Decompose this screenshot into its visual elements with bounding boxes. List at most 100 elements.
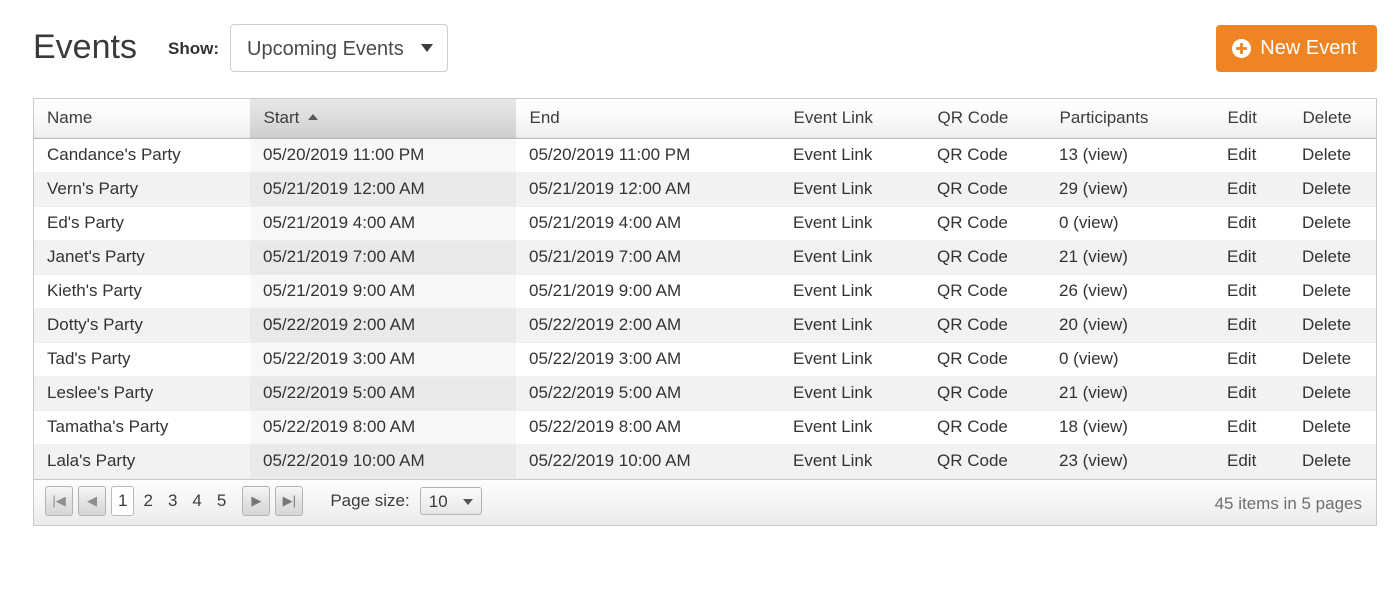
cell-name: Ed's Party xyxy=(34,206,250,240)
cell-event_link[interactable]: Event Link xyxy=(780,444,924,478)
cell-qr_code[interactable]: QR Code xyxy=(924,206,1046,240)
new-event-button[interactable]: New Event xyxy=(1216,25,1377,72)
grid-pager: |◀ ◀ 12345 ▶ ▶| Page size: 10 45 items i… xyxy=(34,479,1376,525)
column-header-name[interactable]: Name xyxy=(34,99,250,138)
cell-event_link[interactable]: Event Link xyxy=(780,138,924,172)
pager-page-4[interactable]: 4 xyxy=(186,486,207,516)
column-header-start[interactable]: Start xyxy=(250,99,516,138)
cell-end: 05/22/2019 5:00 AM xyxy=(516,376,780,410)
pager-page-5[interactable]: 5 xyxy=(211,486,232,516)
cell-qr_code[interactable]: QR Code xyxy=(924,138,1046,172)
page-size-select[interactable]: 10 xyxy=(420,487,482,515)
sort-ascending-arrow-icon xyxy=(308,114,318,120)
column-header-qr-code[interactable]: QR Code xyxy=(924,99,1046,138)
cell-start: 05/21/2019 9:00 AM xyxy=(250,274,516,308)
cell-participants[interactable]: 21 (view) xyxy=(1046,240,1214,274)
cell-edit[interactable]: Edit xyxy=(1214,274,1289,308)
column-header-participants[interactable]: Participants xyxy=(1046,99,1214,138)
go-to-first-page-icon[interactable]: |◀ xyxy=(45,486,73,516)
cell-participants[interactable]: 18 (view) xyxy=(1046,410,1214,444)
cell-edit[interactable]: Edit xyxy=(1214,444,1289,478)
cell-edit[interactable]: Edit xyxy=(1214,206,1289,240)
cell-participants[interactable]: 0 (view) xyxy=(1046,206,1214,240)
cell-qr_code[interactable]: QR Code xyxy=(924,342,1046,376)
table-row: Janet's Party05/21/2019 7:00 AM05/21/201… xyxy=(34,240,1376,274)
column-header-edit[interactable]: Edit xyxy=(1214,99,1289,138)
events-table: Name Start End Event Link QR Code Partic… xyxy=(34,99,1377,479)
cell-event_link[interactable]: Event Link xyxy=(780,342,924,376)
cell-participants[interactable]: 13 (view) xyxy=(1046,138,1214,172)
go-to-last-page-glyph: ▶| xyxy=(283,494,296,507)
cell-qr_code[interactable]: QR Code xyxy=(924,172,1046,206)
cell-delete[interactable]: Delete xyxy=(1289,308,1376,342)
cell-end: 05/20/2019 11:00 PM xyxy=(516,138,780,172)
cell-delete[interactable]: Delete xyxy=(1289,410,1376,444)
cell-edit[interactable]: Edit xyxy=(1214,138,1289,172)
cell-event_link[interactable]: Event Link xyxy=(780,274,924,308)
cell-edit[interactable]: Edit xyxy=(1214,172,1289,206)
cell-name: Leslee's Party xyxy=(34,376,250,410)
cell-participants[interactable]: 21 (view) xyxy=(1046,376,1214,410)
go-to-first-page-glyph: |◀ xyxy=(52,494,65,507)
cell-qr_code[interactable]: QR Code xyxy=(924,240,1046,274)
cell-end: 05/22/2019 8:00 AM xyxy=(516,410,780,444)
cell-end: 05/21/2019 4:00 AM xyxy=(516,206,780,240)
cell-start: 05/21/2019 12:00 AM xyxy=(250,172,516,206)
table-row: Ed's Party05/21/2019 4:00 AM05/21/2019 4… xyxy=(34,206,1376,240)
cell-event_link[interactable]: Event Link xyxy=(780,376,924,410)
cell-name: Candance's Party xyxy=(34,138,250,172)
cell-delete[interactable]: Delete xyxy=(1289,172,1376,206)
cell-participants[interactable]: 23 (view) xyxy=(1046,444,1214,478)
cell-edit[interactable]: Edit xyxy=(1214,342,1289,376)
cell-qr_code[interactable]: QR Code xyxy=(924,274,1046,308)
cell-event_link[interactable]: Event Link xyxy=(780,172,924,206)
cell-participants[interactable]: 20 (view) xyxy=(1046,308,1214,342)
cell-name: Dotty's Party xyxy=(34,308,250,342)
cell-qr_code[interactable]: QR Code xyxy=(924,410,1046,444)
column-header-event-link[interactable]: Event Link xyxy=(780,99,924,138)
pager-page-numbers: 12345 xyxy=(111,486,235,516)
cell-delete[interactable]: Delete xyxy=(1289,444,1376,478)
table-header-row: Name Start End Event Link QR Code Partic… xyxy=(34,99,1376,138)
pager-page-1[interactable]: 1 xyxy=(111,486,134,516)
pager-page-2[interactable]: 2 xyxy=(137,486,158,516)
cell-edit[interactable]: Edit xyxy=(1214,410,1289,444)
cell-edit[interactable]: Edit xyxy=(1214,376,1289,410)
cell-delete[interactable]: Delete xyxy=(1289,138,1376,172)
column-header-delete[interactable]: Delete xyxy=(1289,99,1376,138)
cell-delete[interactable]: Delete xyxy=(1289,342,1376,376)
page-size-value: 10 xyxy=(429,491,448,512)
cell-start: 05/20/2019 11:00 PM xyxy=(250,138,516,172)
column-header-end[interactable]: End xyxy=(516,99,780,138)
cell-delete[interactable]: Delete xyxy=(1289,376,1376,410)
cell-edit[interactable]: Edit xyxy=(1214,308,1289,342)
cell-participants[interactable]: 29 (view) xyxy=(1046,172,1214,206)
chevron-down-icon xyxy=(463,499,473,505)
cell-start: 05/22/2019 5:00 AM xyxy=(250,376,516,410)
cell-qr_code[interactable]: QR Code xyxy=(924,376,1046,410)
cell-delete[interactable]: Delete xyxy=(1289,240,1376,274)
cell-qr_code[interactable]: QR Code xyxy=(924,308,1046,342)
cell-edit[interactable]: Edit xyxy=(1214,240,1289,274)
cell-start: 05/21/2019 4:00 AM xyxy=(250,206,516,240)
cell-qr_code[interactable]: QR Code xyxy=(924,444,1046,478)
cell-participants[interactable]: 26 (view) xyxy=(1046,274,1214,308)
go-to-last-page-icon[interactable]: ▶| xyxy=(275,486,303,516)
pager-item-count: 45 items in 5 pages xyxy=(1215,494,1362,514)
cell-participants[interactable]: 0 (view) xyxy=(1046,342,1214,376)
go-to-previous-page-icon[interactable]: ◀ xyxy=(78,486,106,516)
cell-name: Janet's Party xyxy=(34,240,250,274)
cell-event_link[interactable]: Event Link xyxy=(780,410,924,444)
cell-end: 05/21/2019 7:00 AM xyxy=(516,240,780,274)
cell-event_link[interactable]: Event Link xyxy=(780,206,924,240)
column-header-participants-label: Participants xyxy=(1060,108,1149,127)
table-row: Tamatha's Party05/22/2019 8:00 AM05/22/2… xyxy=(34,410,1376,444)
cell-event_link[interactable]: Event Link xyxy=(780,240,924,274)
show-filter-select[interactable]: Upcoming Events xyxy=(230,24,448,72)
cell-delete[interactable]: Delete xyxy=(1289,274,1376,308)
cell-delete[interactable]: Delete xyxy=(1289,206,1376,240)
go-to-next-page-icon[interactable]: ▶ xyxy=(242,486,270,516)
cell-end: 05/21/2019 12:00 AM xyxy=(516,172,780,206)
cell-event_link[interactable]: Event Link xyxy=(780,308,924,342)
pager-page-3[interactable]: 3 xyxy=(162,486,183,516)
